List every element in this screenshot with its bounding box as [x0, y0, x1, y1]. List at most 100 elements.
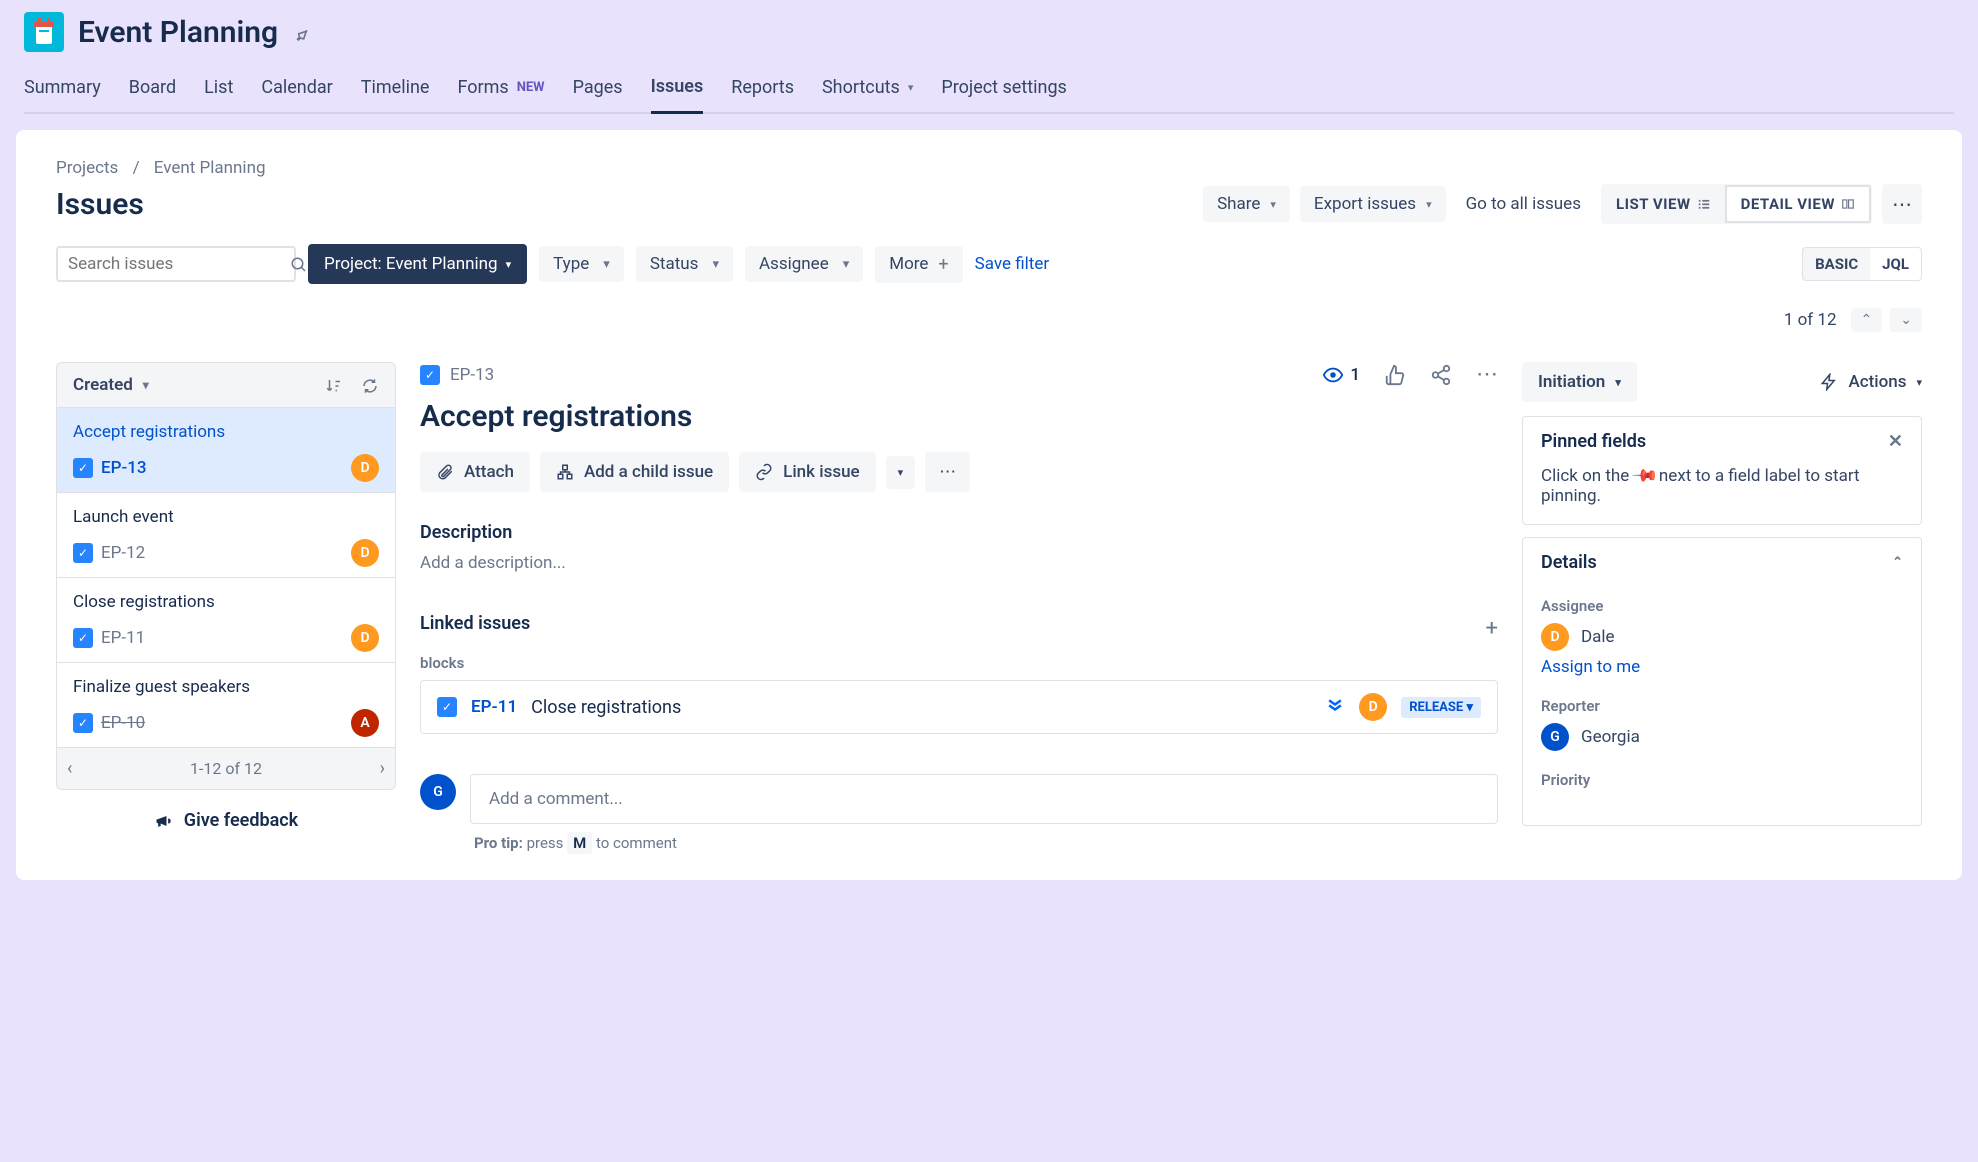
- list-next[interactable]: ›: [380, 758, 385, 779]
- project-title: Event Planning: [78, 15, 278, 50]
- assign-to-me-link[interactable]: Assign to me: [1541, 657, 1903, 677]
- issue-type-icon: ✓: [73, 628, 93, 648]
- linked-issue-key[interactable]: EP-11: [471, 697, 517, 717]
- jql-mode[interactable]: JQL: [1870, 248, 1921, 280]
- link-issue-button[interactable]: Link issue: [739, 452, 875, 492]
- list-view-button[interactable]: LIST VIEW: [1602, 185, 1725, 223]
- list-page-info: 1-12 of 12: [190, 759, 262, 778]
- like-button[interactable]: [1384, 364, 1406, 386]
- breadcrumb-projects[interactable]: Projects: [56, 158, 118, 178]
- issue-card[interactable]: Accept registrations ✓ EP-13 D: [56, 408, 396, 493]
- type-filter[interactable]: Type: [539, 246, 624, 282]
- issue-breadcrumb: ✓ EP-13: [420, 365, 494, 385]
- attach-button[interactable]: Attach: [420, 452, 530, 492]
- issue-key: EP-11: [101, 628, 145, 648]
- comment-input[interactable]: Add a comment...: [470, 774, 1498, 824]
- more-icon[interactable]: ⋯: [1476, 362, 1498, 387]
- linked-issue-title: Close registrations: [531, 697, 1311, 718]
- linked-issue-card[interactable]: ✓ EP-11 Close registrations D RELEASE ▾: [420, 680, 1498, 734]
- view-toggle: LIST VIEW DETAIL VIEW: [1601, 184, 1872, 224]
- issue-card[interactable]: Launch event ✓ EP-12 D: [56, 493, 396, 578]
- page-prev[interactable]: ⌃: [1851, 308, 1883, 332]
- new-badge: NEW: [517, 80, 545, 95]
- tab-shortcuts[interactable]: Shortcuts▾: [822, 68, 913, 112]
- pagination: 1 of 12 ⌃ ⌄: [1784, 308, 1922, 332]
- tab-calendar[interactable]: Calendar: [261, 68, 332, 112]
- issue-type-icon: ✓: [73, 713, 93, 733]
- detail-view-button[interactable]: DETAIL VIEW: [1725, 185, 1871, 223]
- reporter-avatar: G: [1541, 723, 1569, 751]
- tab-reports[interactable]: Reports: [731, 68, 794, 112]
- description-field[interactable]: Add a description...: [420, 553, 1498, 573]
- pinned-hint: Click on the 📌 next to a field label to …: [1523, 466, 1921, 524]
- page-next[interactable]: ⌄: [1890, 308, 1922, 332]
- query-mode-toggle: BASIC JQL: [1802, 247, 1922, 281]
- share-button[interactable]: Share▾: [1203, 186, 1290, 222]
- list-prev[interactable]: ‹: [67, 758, 72, 779]
- megaphone-icon: [154, 810, 174, 831]
- more-actions-icon[interactable]: ⋯: [1882, 184, 1922, 224]
- go-to-all-issues[interactable]: Go to all issues: [1456, 186, 1591, 222]
- tab-forms[interactable]: FormsNEW: [457, 68, 544, 112]
- refresh-icon[interactable]: [361, 375, 379, 395]
- chevron-up-icon: ⌃: [1892, 555, 1903, 570]
- project-tabs: Summary Board List Calendar Timeline For…: [24, 68, 1954, 114]
- pin-icon: 📌: [1630, 461, 1659, 490]
- status-dropdown[interactable]: Initiation▾: [1522, 362, 1637, 402]
- sort-dropdown[interactable]: Created▾: [73, 375, 149, 395]
- issue-key: EP-10: [101, 713, 145, 733]
- add-linked-issue-button[interactable]: +: [1486, 616, 1498, 641]
- close-pinned-button[interactable]: ✕: [1888, 431, 1903, 452]
- watch-button[interactable]: 1: [1322, 364, 1360, 386]
- assignee-value[interactable]: D Dale: [1541, 623, 1903, 651]
- assignee-label: Assignee: [1541, 597, 1903, 615]
- issue-type-icon: ✓: [73, 458, 93, 478]
- issue-title[interactable]: Accept registrations: [420, 399, 1498, 434]
- sort-order-icon[interactable]: [325, 375, 343, 395]
- details-toggle[interactable]: Details ⌃: [1523, 538, 1921, 587]
- basic-mode[interactable]: BASIC: [1803, 248, 1870, 280]
- add-child-button[interactable]: Add a child issue: [540, 452, 729, 492]
- project-filter[interactable]: Project: Event Planning▾: [308, 244, 527, 284]
- link-dropdown[interactable]: ▾: [886, 456, 916, 489]
- linked-status-badge[interactable]: RELEASE ▾: [1401, 697, 1481, 718]
- status-filter[interactable]: Status: [636, 246, 733, 282]
- issue-list-footer: ‹ 1-12 of 12 ›: [56, 748, 396, 790]
- tab-timeline[interactable]: Timeline: [361, 68, 430, 112]
- assignee-avatar: D: [351, 539, 379, 567]
- page-title: Issues: [56, 187, 144, 222]
- more-filter[interactable]: More+: [875, 246, 962, 283]
- issue-card[interactable]: Finalize guest speakers ✓ EP-10 A: [56, 663, 396, 748]
- issue-key[interactable]: EP-13: [450, 365, 494, 385]
- emoji-button[interactable]: [292, 21, 312, 42]
- share-icon[interactable]: [1430, 364, 1452, 386]
- more-actions-button[interactable]: ⋯: [925, 452, 970, 492]
- actions-dropdown[interactable]: Actions▾: [1820, 362, 1922, 402]
- current-user-avatar: G: [420, 774, 456, 810]
- reporter-value[interactable]: G Georgia: [1541, 723, 1903, 751]
- search-input[interactable]: [68, 254, 290, 274]
- tab-project-settings[interactable]: Project settings: [941, 68, 1067, 112]
- issue-list-header: Created▾: [56, 362, 396, 408]
- pro-tip: Pro tip: press M to comment: [474, 834, 1498, 852]
- tab-list[interactable]: List: [204, 68, 233, 112]
- issue-card[interactable]: Close registrations ✓ EP-11 D: [56, 578, 396, 663]
- search-input-wrapper: [56, 246, 296, 282]
- linked-avatar: D: [1359, 693, 1387, 721]
- issue-key: EP-13: [101, 458, 147, 478]
- pinned-fields-header: Pinned fields: [1541, 431, 1646, 452]
- priority-icon: [1325, 697, 1345, 718]
- assignee-avatar: D: [351, 454, 379, 482]
- linked-issues-header: Linked issues: [420, 613, 530, 634]
- issue-type-icon: ✓: [420, 365, 440, 385]
- assignee-filter[interactable]: Assignee: [745, 246, 863, 282]
- breadcrumb-current: Event Planning: [154, 158, 266, 178]
- tab-summary[interactable]: Summary: [24, 68, 101, 112]
- tab-issues[interactable]: Issues: [651, 68, 704, 114]
- give-feedback-link[interactable]: Give feedback: [56, 790, 396, 851]
- assignee-avatar: A: [351, 709, 379, 737]
- tab-pages[interactable]: Pages: [573, 68, 623, 112]
- tab-board[interactable]: Board: [129, 68, 176, 112]
- export-button[interactable]: Export issues▾: [1300, 186, 1446, 222]
- save-filter-link[interactable]: Save filter: [975, 254, 1049, 274]
